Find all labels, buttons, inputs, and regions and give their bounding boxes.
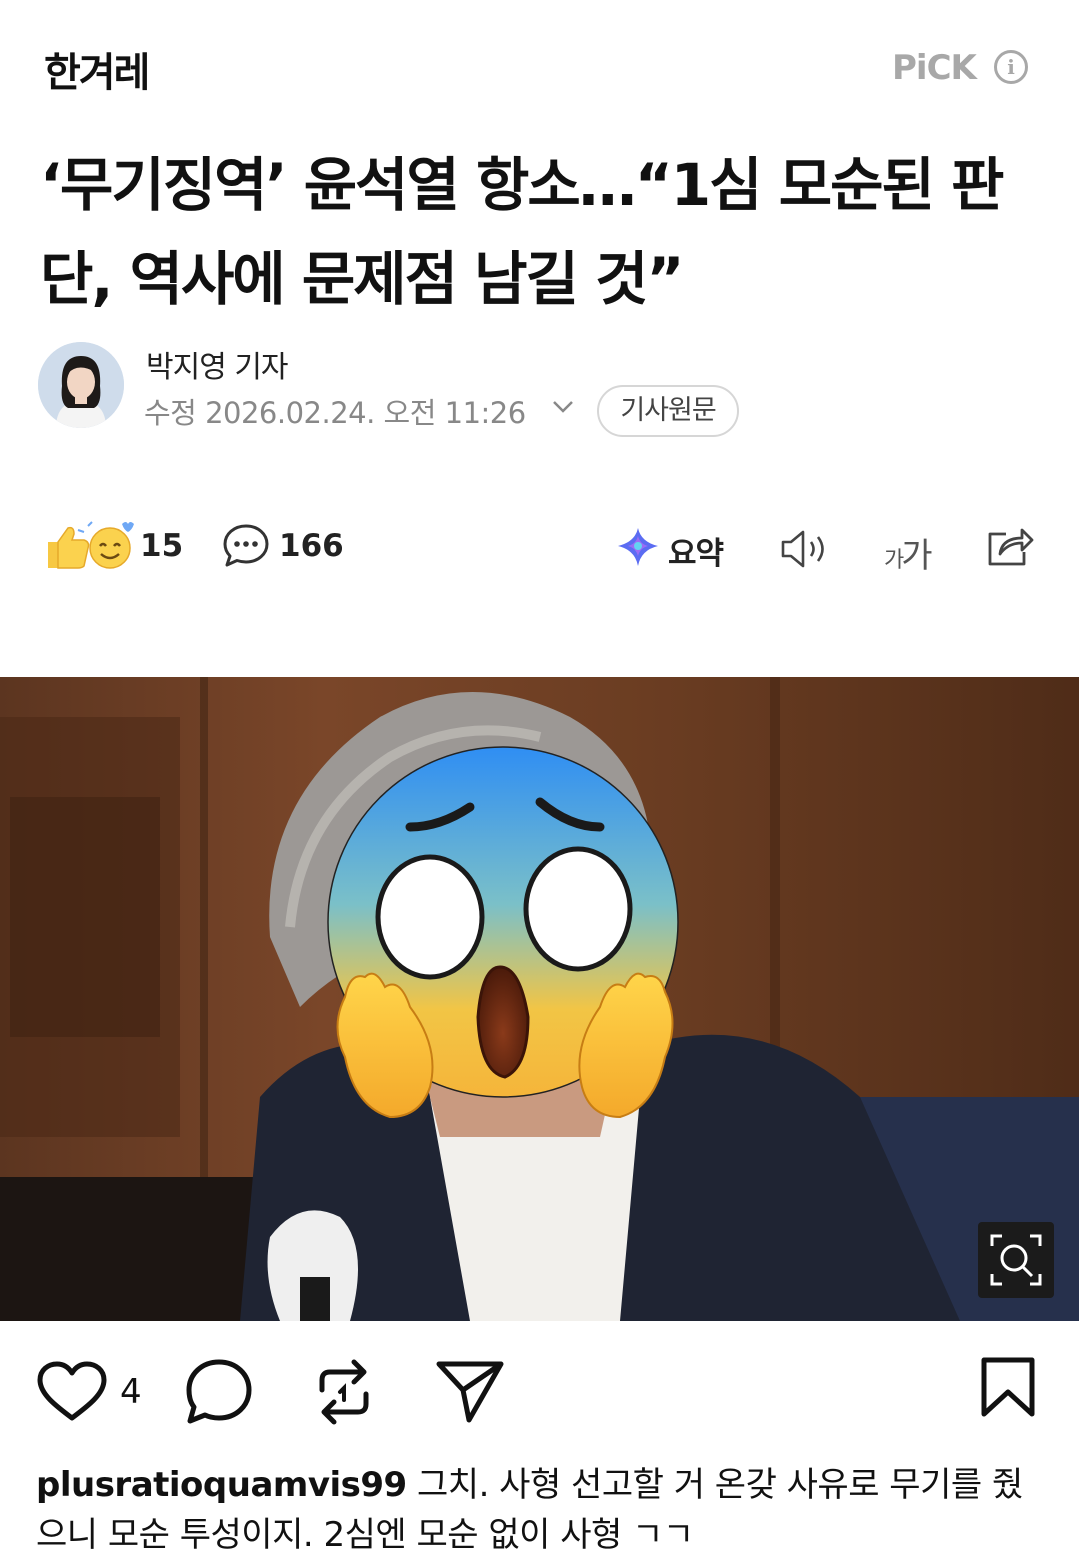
- original-article-button[interactable]: 기사원문: [597, 385, 739, 437]
- face-screaming-emoji: [327, 746, 679, 1119]
- send-icon[interactable]: [435, 1358, 505, 1426]
- ai-sparkle-icon[interactable]: [616, 526, 660, 568]
- publisher-logo[interactable]: 한겨레: [44, 40, 150, 98]
- font-size-small-glyph: 가: [884, 548, 904, 573]
- like-count: 4: [120, 1372, 142, 1412]
- comment-count: 166: [279, 528, 344, 564]
- heart-icon[interactable]: [36, 1360, 108, 1424]
- author-avatar: [38, 342, 124, 428]
- font-size-large-glyph: 가: [901, 536, 932, 576]
- reaction-count: 15: [140, 528, 184, 564]
- author-name[interactable]: 박지영 기자: [146, 342, 289, 386]
- bookmark-icon[interactable]: [980, 1356, 1036, 1418]
- thumbs-up-smile-icon[interactable]: [44, 520, 134, 572]
- article-headline: ‘무기징역’ 윤석열 항소…“1심 모순된 판단, 역사에 문제점 남길 것”: [40, 151, 1004, 313]
- speech-bubble-icon[interactable]: [222, 522, 270, 568]
- speaker-icon[interactable]: [779, 528, 831, 570]
- post-username[interactable]: plusratioquamvis99: [36, 1465, 407, 1505]
- summary-button[interactable]: 요약: [668, 528, 724, 573]
- article-photo[interactable]: [0, 677, 1079, 1321]
- zoom-icon[interactable]: [978, 1222, 1054, 1298]
- pick-label: PiCK: [892, 48, 977, 88]
- reply-bubble-icon[interactable]: [184, 1358, 254, 1426]
- article-timestamp: 수정 2026.02.24. 오전 11:26: [144, 396, 526, 430]
- chevron-down-icon[interactable]: [552, 398, 574, 416]
- info-icon[interactable]: i: [994, 50, 1028, 84]
- post-caption: plusratioquamvis99 그치. 사형 선고할 거 온갖 사유로 무…: [36, 1460, 1046, 1560]
- repost-icon[interactable]: [312, 1356, 376, 1428]
- share-icon[interactable]: [984, 524, 1036, 570]
- font-size-icon[interactable]: 가가: [884, 528, 933, 577]
